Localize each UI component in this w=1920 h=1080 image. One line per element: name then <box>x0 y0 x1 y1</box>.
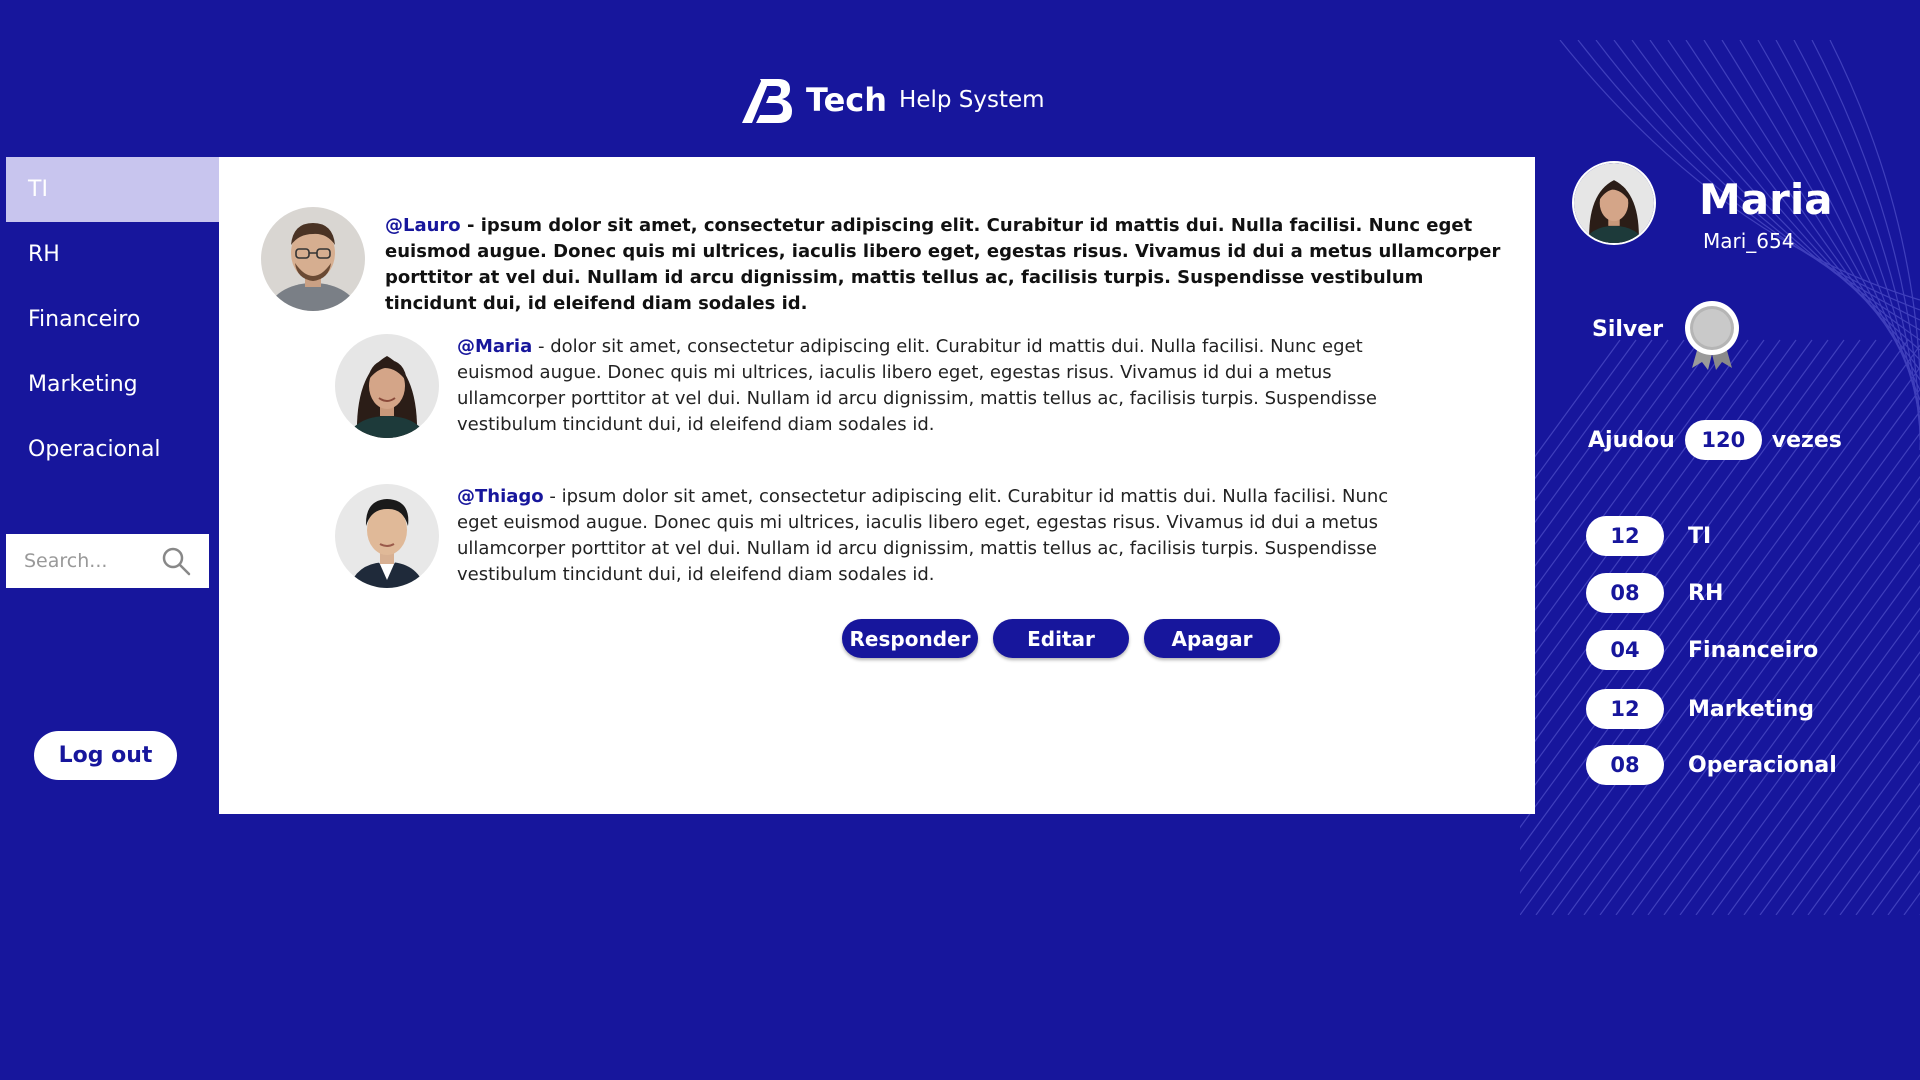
avatar-lauro[interactable] <box>261 207 365 311</box>
sidebar-item-operacional[interactable]: Operacional <box>6 417 219 482</box>
brand-name: Tech <box>806 81 888 119</box>
helped-suffix: vezes <box>1771 427 1842 453</box>
avatar-thiago[interactable] <box>335 484 439 588</box>
handle-separator: - <box>543 486 562 507</box>
stat-count-badge: 04 <box>1586 630 1664 670</box>
sidebar-item-marketing[interactable]: Marketing <box>6 352 219 417</box>
main-post-text: @Lauro - ipsum dolor sit amet, consectet… <box>385 213 1515 317</box>
stat-row-rh: 08 RH <box>1586 573 1723 613</box>
search-icon[interactable] <box>161 546 191 576</box>
stat-count-badge: 12 <box>1586 516 1664 556</box>
post-body: ipsum dolor sit amet, consectetur adipis… <box>457 486 1389 585</box>
profile-avatar[interactable] <box>1572 161 1656 245</box>
logout-button[interactable]: Log out <box>34 731 177 780</box>
stat-count-badge: 08 <box>1586 573 1664 613</box>
stat-count-badge: 12 <box>1586 689 1664 729</box>
stat-row-ti: 12 TI <box>1586 516 1711 556</box>
helped-count-badge: 120 <box>1684 420 1762 460</box>
post-actions: Responder Editar Apagar <box>842 619 1280 658</box>
category-sidebar: TI RH Financeiro Marketing Operacional <box>6 157 219 482</box>
silver-medal-icon <box>1685 301 1739 370</box>
reply-post: @Maria - dolor sit amet, consectetur adi… <box>335 334 1417 438</box>
sidebar-item-ti[interactable]: TI <box>6 157 219 222</box>
stat-label: RH <box>1688 580 1724 606</box>
handle-separator: - <box>460 215 481 236</box>
reply-post-text: @Maria - dolor sit amet, consectetur adi… <box>457 334 1417 438</box>
main-post: @Lauro - ipsum dolor sit amet, consectet… <box>261 207 1515 317</box>
logo-mark-icon <box>742 79 792 123</box>
profile-name: Maria <box>1699 175 1833 224</box>
reply-post: @Thiago - ipsum dolor sit amet, consecte… <box>335 484 1417 588</box>
sidebar-item-financeiro[interactable]: Financeiro <box>6 287 219 352</box>
delete-button[interactable]: Apagar <box>1144 619 1280 658</box>
rank-label: Silver <box>1592 317 1664 342</box>
stat-label: Operacional <box>1688 752 1837 778</box>
search-box <box>6 534 209 588</box>
thread-panel: @Lauro - ipsum dolor sit amet, consectet… <box>219 157 1535 814</box>
handle-separator: - <box>532 336 551 357</box>
stat-label: TI <box>1688 523 1712 549</box>
brand-subtitle: Help System <box>899 87 1045 113</box>
avatar-maria[interactable] <box>335 334 439 438</box>
author-handle-maria[interactable]: @Maria <box>457 336 532 357</box>
stat-label: Financeiro <box>1688 637 1819 663</box>
search-input[interactable] <box>24 550 154 572</box>
author-handle-lauro[interactable]: @Lauro <box>385 215 461 236</box>
stat-count-badge: 08 <box>1586 745 1664 785</box>
helped-counter: Ajudou 120 vezes <box>1588 420 1842 460</box>
profile-username: Mari_654 <box>1703 229 1795 253</box>
stat-label: Marketing <box>1688 696 1815 722</box>
post-body: dolor sit amet, consectetur adipiscing e… <box>457 336 1377 435</box>
sidebar-item-rh[interactable]: RH <box>6 222 219 287</box>
stat-row-marketing: 12 Marketing <box>1586 689 1814 729</box>
author-handle-thiago[interactable]: @Thiago <box>457 486 544 507</box>
app-logo: Tech Help System <box>740 70 1045 130</box>
helped-prefix: Ajudou <box>1588 427 1675 453</box>
stat-row-financeiro: 04 Financeiro <box>1586 630 1818 670</box>
post-body: ipsum dolor sit amet, consectetur adipis… <box>385 215 1501 314</box>
help-system-page: Tech Help System TI RH Financeiro Market… <box>0 0 1920 1080</box>
edit-button[interactable]: Editar <box>993 619 1129 658</box>
reply-post-text: @Thiago - ipsum dolor sit amet, consecte… <box>457 484 1417 588</box>
reply-button[interactable]: Responder <box>842 619 978 658</box>
stat-row-operacional: 08 Operacional <box>1586 745 1837 785</box>
